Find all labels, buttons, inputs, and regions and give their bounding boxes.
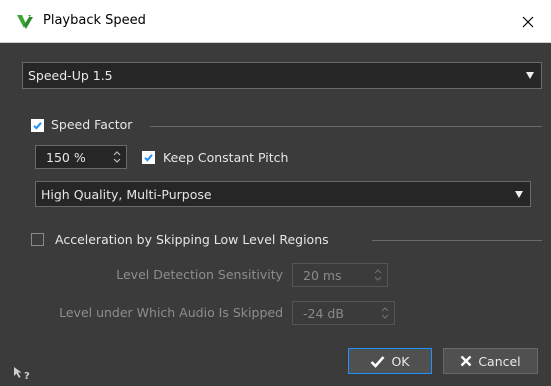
threshold-value: -24 dB	[303, 305, 344, 321]
chevron-down-icon	[515, 191, 523, 198]
acceleration-checkbox[interactable]	[31, 233, 44, 246]
speed-factor-stepper[interactable]: 150 %	[35, 145, 127, 169]
close-button[interactable]	[505, 0, 551, 43]
speed-factor-checkbox[interactable]	[31, 119, 44, 132]
preset-value: Speed-Up 1.5	[28, 68, 113, 83]
ok-label: OK	[391, 353, 410, 369]
keep-constant-pitch-label: Keep Constant Pitch	[163, 150, 289, 165]
title-bar: Playback Speed	[0, 0, 551, 43]
threshold-stepper[interactable]: -24 dB	[292, 301, 395, 325]
close-icon	[522, 16, 534, 27]
acceleration-divider	[372, 240, 542, 241]
acceleration-label: Acceleration by Skipping Low Level Regio…	[55, 232, 329, 247]
ok-button[interactable]: OK	[348, 348, 432, 374]
speed-factor-divider	[150, 126, 542, 127]
speed-factor-value: 150 %	[46, 149, 86, 165]
sensitivity-value: 20 ms	[303, 267, 342, 283]
x-icon	[460, 355, 472, 367]
sensitivity-stepper[interactable]: 20 ms	[292, 263, 388, 287]
cancel-button[interactable]: Cancel	[443, 348, 538, 374]
help-icon: ?	[14, 367, 30, 382]
spin-arrows-icon	[381, 307, 389, 319]
wavelab-app-icon	[15, 13, 35, 31]
chevron-down-icon	[526, 72, 534, 79]
checkmark-icon	[144, 154, 153, 162]
window-title: Playback Speed	[43, 13, 146, 28]
keep-constant-pitch-checkbox[interactable]	[142, 151, 155, 164]
checkmark-icon	[33, 122, 42, 130]
help-button[interactable]: ?	[12, 365, 34, 382]
preset-dropdown[interactable]: Speed-Up 1.5	[22, 62, 542, 89]
sensitivity-label: Level Detection Sensitivity	[116, 267, 283, 282]
cancel-label: Cancel	[478, 353, 521, 369]
spin-arrows-icon	[113, 151, 121, 163]
checkmark-icon	[371, 355, 385, 368]
quality-value: High Quality, Multi-Purpose	[41, 186, 212, 202]
spin-arrows-icon	[374, 269, 382, 281]
threshold-label: Level under Which Audio Is Skipped	[59, 305, 283, 320]
speed-factor-label: Speed Factor	[51, 117, 133, 132]
svg-text:?: ?	[24, 371, 30, 381]
quality-dropdown[interactable]: High Quality, Multi-Purpose	[35, 181, 531, 207]
